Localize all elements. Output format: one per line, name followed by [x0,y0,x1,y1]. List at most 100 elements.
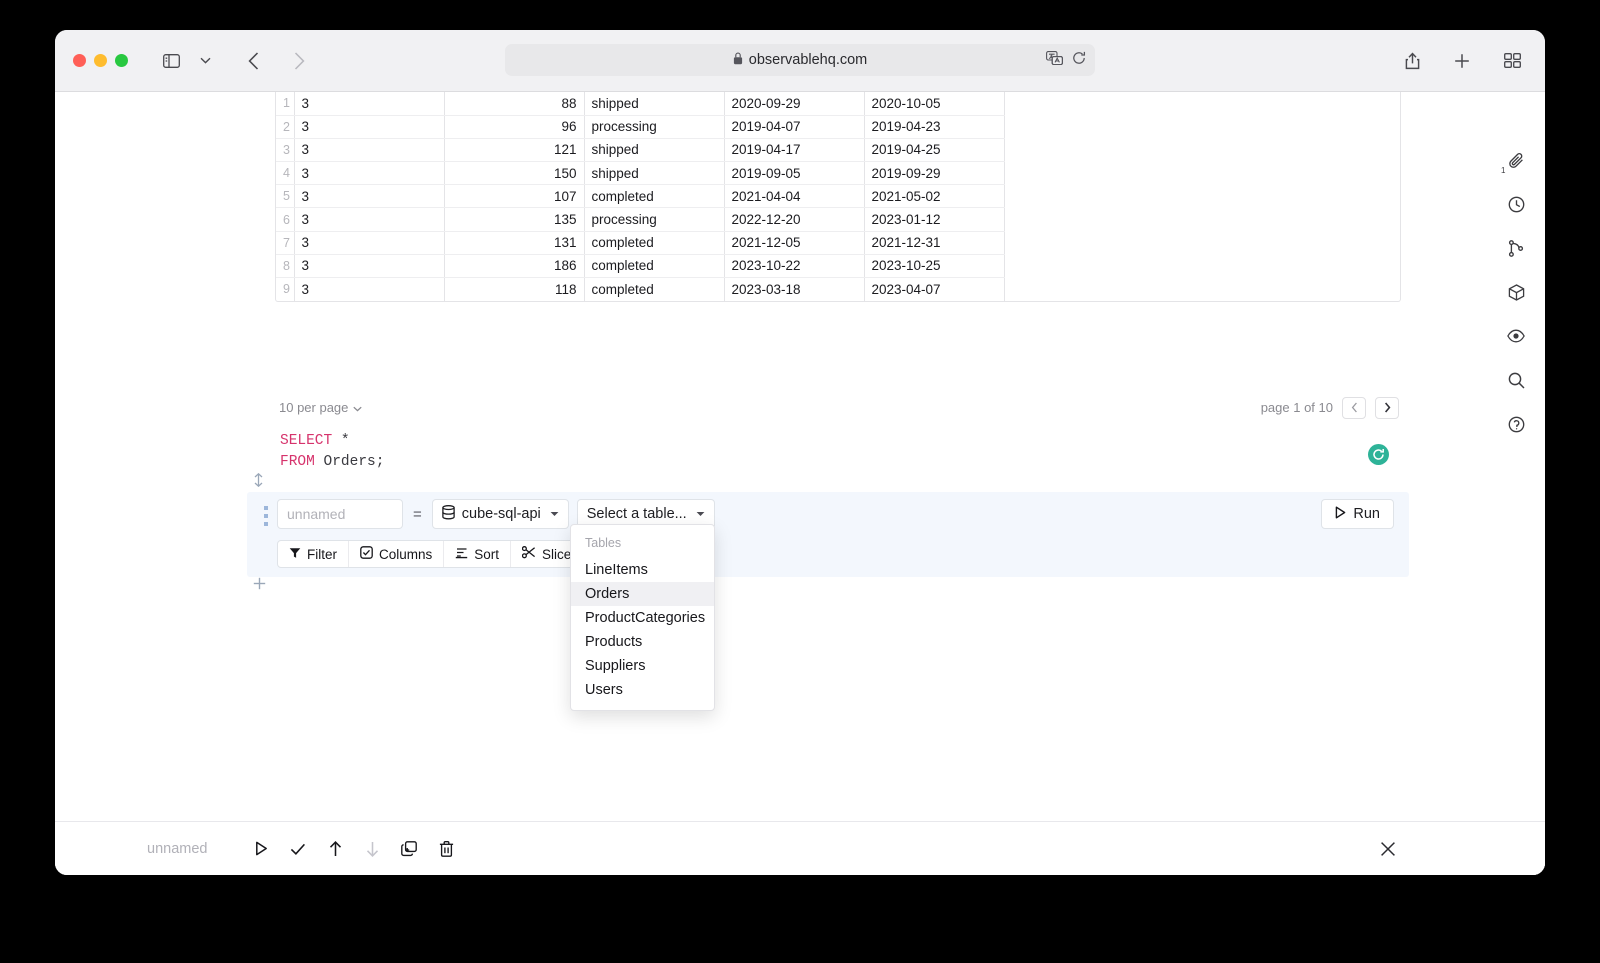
per-page-selector[interactable]: 10 per page [277,400,363,415]
translate-icon[interactable] [1046,50,1063,70]
add-cell-button[interactable] [253,577,266,594]
table-row[interactable]: 2 3 96 processing 2019-04-07 2019-04-23 [276,115,1005,139]
run-label: Run [1353,506,1380,522]
database-label: cube-sql-api [461,506,541,522]
cell-delivery-date: 2019-04-23 [864,115,1005,139]
help-question-icon[interactable] [1500,411,1532,437]
cell-amount: 135 [444,207,585,232]
package-box-icon[interactable] [1500,279,1532,305]
menu-item-suppliers[interactable]: Suppliers [571,654,714,678]
sort-label: Sort [474,546,500,562]
back-button[interactable] [238,47,268,75]
play-icon[interactable] [245,834,277,864]
sql-line-2-rest: Orders; [314,453,385,470]
cell-user-id: 3 [294,115,445,139]
sql-line-2: FROM Orders; [280,452,1401,473]
bottom-actions [245,834,462,864]
cell-user-id: 3 [294,138,445,163]
paperclip-attachment-icon[interactable]: 1 [1500,147,1532,175]
cell-amount: 96 [444,115,585,139]
address-bar[interactable]: observablehq.com [505,44,1095,76]
cell-bottom-toolbar: unnamed [55,821,1545,875]
window-controls [73,54,128,67]
cell-status: processing [584,207,725,232]
cell-status: shipped [584,161,725,186]
row-index: 9 [276,277,295,301]
move-vertical-icon[interactable] [253,472,264,490]
table-row[interactable]: 5 3 107 completed 2021-04-04 2021-05-02 [276,184,1005,209]
close-icon[interactable] [1375,836,1401,862]
prev-page-button[interactable] [1342,396,1366,419]
cell-order-date: 2019-09-05 [724,161,865,186]
minimize-window-button[interactable] [94,54,107,67]
filter-button[interactable]: Filter [278,541,349,567]
chevron-down-icon[interactable] [190,47,220,75]
sync-refresh-icon[interactable] [1368,444,1389,465]
table-row[interactable]: 7 3 131 completed 2021-12-05 2021-12-31 [276,231,1005,255]
table-row[interactable]: 6 3 135 processing 2022-12-20 2023-01-12 [276,207,1005,232]
arrow-up-icon[interactable] [319,834,351,864]
filter-label: Filter [307,546,337,562]
dropdown-header: Tables [585,536,622,550]
funnel-icon [289,547,301,562]
reload-icon[interactable] [1072,51,1086,70]
cell-delivery-date: 2020-10-05 [864,92,1005,116]
table-row[interactable]: 8 3 186 completed 2023-10-22 2023-10-25 [276,254,1005,279]
chevron-down-icon [550,509,559,519]
check-icon[interactable] [282,834,314,864]
fork-branch-icon[interactable] [1500,235,1532,261]
eye-preview-icon[interactable] [1500,323,1532,349]
pagination-controls: page 1 of 10 [1261,396,1399,419]
sidebar-toggle-icon[interactable] [156,47,186,75]
sort-button[interactable]: Sort [444,541,512,567]
active-notebook-cell[interactable]: unnamed = cube-sql-api Select a table...… [247,492,1409,577]
cell-amount: 186 [444,254,585,279]
cell-user-id: 3 [294,161,445,186]
close-window-button[interactable] [73,54,86,67]
menu-item-orders[interactable]: Orders [571,582,714,606]
checkbox-icon [360,546,373,562]
run-button[interactable]: Run [1321,499,1394,529]
search-icon[interactable] [1500,367,1532,393]
right-sidebar-rail: 1 [1487,92,1545,875]
plus-icon[interactable] [1447,47,1477,75]
table-row[interactable]: 4 3 150 shipped 2019-09-05 2019-09-29 [276,161,1005,186]
clock-history-icon[interactable] [1500,191,1532,217]
forward-button[interactable] [284,47,314,75]
play-icon [1335,506,1346,523]
drag-handle-icon[interactable] [255,492,277,577]
arrow-down-icon[interactable] [356,834,388,864]
cell-delivery-date: 2023-01-12 [864,207,1005,232]
sql-editor[interactable]: SELECT * FROM Orders; [275,426,1401,480]
tab-overview-icon[interactable] [1497,47,1527,75]
cell-order-date: 2019-04-17 [724,138,865,163]
cell-amount: 121 [444,138,585,163]
data-table-toolbar: Filter Columns Sort Slice [277,540,584,568]
cell-status: completed [584,277,725,301]
row-index: 7 [276,231,295,255]
results-table-container: 1 3 88 shipped 2020-09-29 2020-10-05 2 3… [275,92,1401,302]
cell-name-input[interactable]: unnamed [277,499,403,529]
slice-label: Slice [542,546,572,562]
menu-item-users[interactable]: Users [571,678,714,702]
duplicate-icon[interactable] [393,834,425,864]
cell-order-date: 2021-04-04 [724,184,865,209]
url-text-group: observablehq.com [733,52,867,69]
cell-amount: 107 [444,184,585,209]
menu-item-productcategories[interactable]: ProductCategories [571,606,714,630]
cell-amount: 131 [444,231,585,255]
trash-icon[interactable] [430,834,462,864]
table-row[interactable]: 3 3 121 shipped 2019-04-17 2019-04-25 [276,138,1005,163]
database-selector[interactable]: cube-sql-api [431,499,569,529]
menu-item-products[interactable]: Products [571,630,714,654]
share-icon[interactable] [1397,47,1427,75]
table-row[interactable]: 9 3 118 completed 2023-03-18 2023-04-07 [276,277,1005,301]
per-page-label: 10 per page [279,400,349,415]
table-row[interactable]: 1 3 88 shipped 2020-09-29 2020-10-05 [276,92,1005,116]
next-page-button[interactable] [1375,396,1399,419]
menu-item-lineitems[interactable]: LineItems [571,558,714,582]
maximize-window-button[interactable] [115,54,128,67]
columns-button[interactable]: Columns [349,541,445,567]
database-icon [442,504,455,524]
cell-order-date: 2023-10-22 [724,254,865,279]
